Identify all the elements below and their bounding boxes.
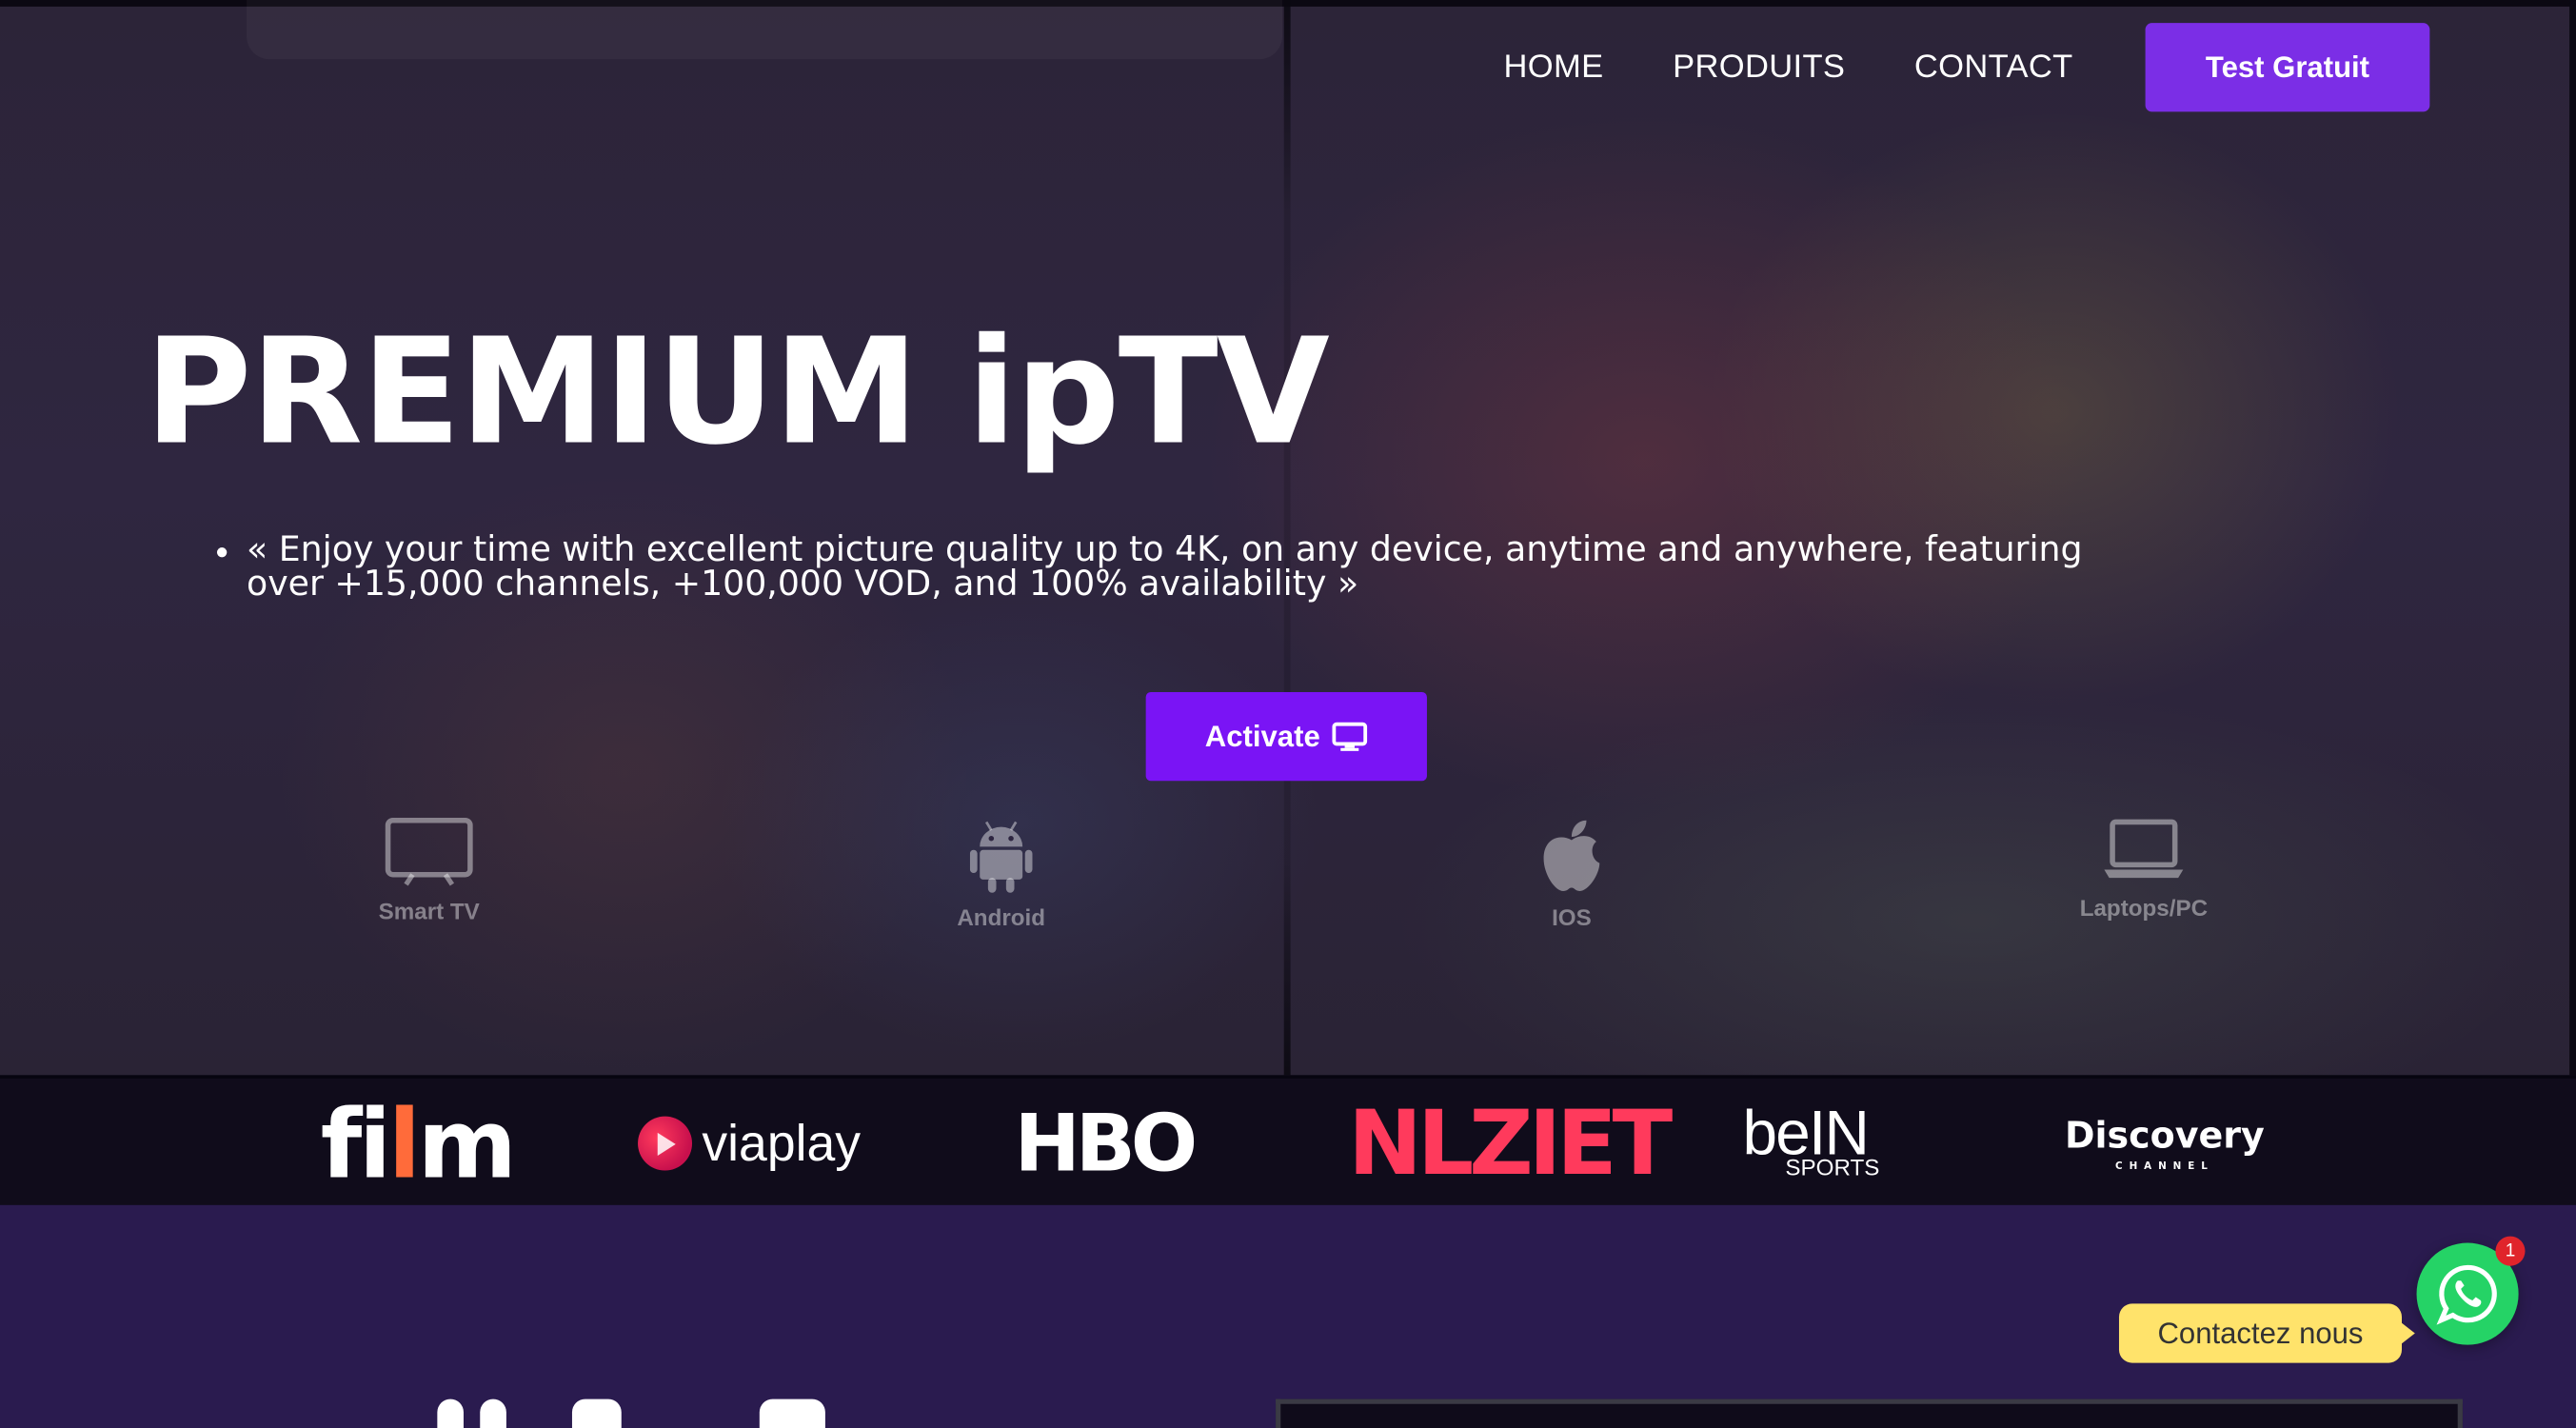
- device-laptops: Laptops/PC: [2029, 816, 2259, 922]
- hero-bullets: « Enjoy your time with excellent picture…: [216, 532, 2153, 603]
- activate-button[interactable]: Activate: [1145, 692, 1427, 782]
- device-android: Android: [886, 819, 1117, 930]
- hbo-logo: HBO: [1014, 1097, 1198, 1190]
- viaplay-play-icon: [638, 1116, 693, 1171]
- page: HOME PRODUITS CONTACT Test Gratuit PREMI…: [0, 0, 2576, 1428]
- bein-sports-logo: beIN SPORTS: [1742, 1099, 1880, 1180]
- main-nav: HOME PRODUITS CONTACT Test Gratuit: [1504, 23, 2430, 112]
- discovery-logo: Discovery CHANNEL: [2064, 1115, 2265, 1172]
- device-ios: IOS: [1456, 819, 1687, 930]
- nav-link-contact[interactable]: CONTACT: [1914, 49, 2073, 87]
- android-icon: [969, 821, 1033, 893]
- device-label: IOS: [1552, 903, 1592, 931]
- hero-title: PREMIUM ipTV: [144, 306, 1330, 477]
- activate-button-label: Activate: [1204, 719, 1320, 753]
- apple-icon: [1543, 820, 1600, 891]
- test-gratuit-button[interactable]: Test Gratuit: [2145, 23, 2430, 112]
- whatsapp-icon: [2436, 1264, 2497, 1325]
- nav-link-home[interactable]: HOME: [1504, 49, 1604, 87]
- hero-section: HOME PRODUITS CONTACT Test Gratuit PREMI…: [0, 0, 2576, 1076]
- right-edge: [2569, 0, 2576, 1076]
- film-logo: fi l m: [320, 1087, 517, 1200]
- device-smart-tv: Smart TV: [314, 816, 545, 924]
- tv-icon: [385, 817, 473, 886]
- monitor-icon: [1332, 722, 1368, 751]
- section-heading-partial: [430, 1396, 858, 1428]
- viaplay-logo: viaplay: [638, 1079, 861, 1208]
- device-label: Laptops/PC: [2079, 894, 2209, 922]
- video-frame: [1276, 1398, 2463, 1428]
- contactez-nous-label[interactable]: Contactez nous: [2118, 1303, 2415, 1363]
- hero-bullet-item: « Enjoy your time with excellent picture…: [216, 532, 2153, 603]
- nav-link-produits[interactable]: PRODUITS: [1673, 49, 1845, 87]
- device-label: Smart TV: [378, 897, 480, 924]
- nlziet-logo: NLZIET: [1348, 1091, 1673, 1196]
- faded-league-logos: [247, 0, 1282, 60]
- brand-logos-bar: fi l m viaplay HBO NLZIET beIN SPORTS Disc…: [0, 1075, 2576, 1209]
- laptop-icon: [2104, 819, 2184, 879]
- notification-badge: 1: [2495, 1236, 2526, 1266]
- device-label: Android: [957, 903, 1046, 931]
